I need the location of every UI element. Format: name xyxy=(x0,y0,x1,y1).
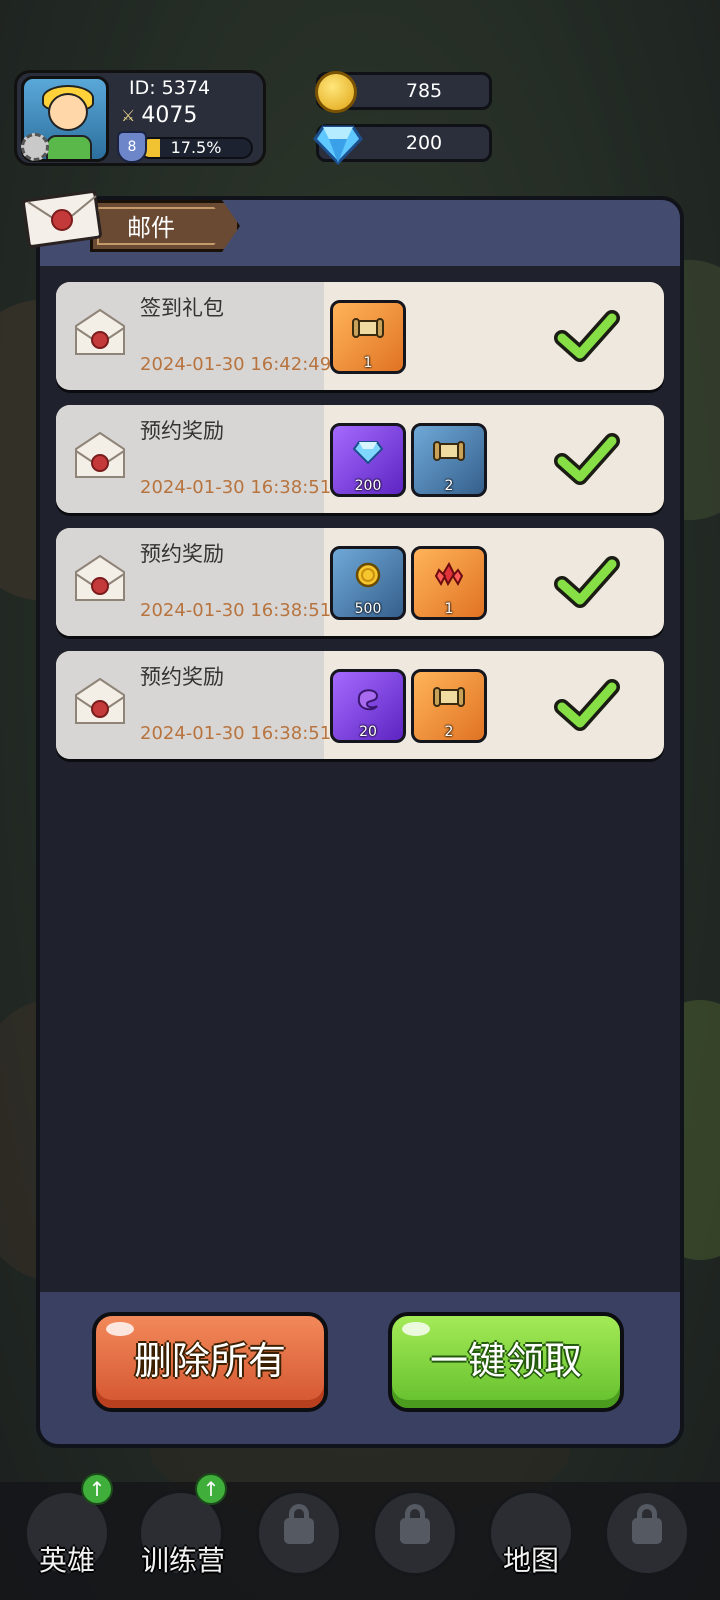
nav-label: 训练营 xyxy=(141,1544,226,1577)
mail-envelope-icon xyxy=(75,554,125,601)
reward-item[interactable]: 1 xyxy=(411,546,487,620)
bottom-nav: ↑ 英雄 ↑ 训练营 地图 xyxy=(0,1473,720,1600)
claimed-check-icon xyxy=(554,679,620,731)
claim-all-button[interactable]: 一键领取 xyxy=(388,1312,624,1412)
lock-icon xyxy=(400,1504,430,1545)
scroll-icon xyxy=(432,684,466,718)
scroll-icon xyxy=(351,315,385,349)
mail-title: 预约奖励 xyxy=(140,542,224,566)
nav-label: 英雄 xyxy=(38,1544,95,1577)
lock-icon xyxy=(284,1504,314,1545)
mail-envelope-icon xyxy=(22,190,102,248)
gold-counter[interactable]: 785 xyxy=(315,71,492,113)
player-id: ID: 5374 xyxy=(129,77,211,99)
purple-material-icon xyxy=(353,684,383,718)
lock-icon xyxy=(632,1504,662,1545)
reward-count: 1 xyxy=(444,601,454,617)
nav-item[interactable] xyxy=(256,1490,342,1576)
reward-count: 500 xyxy=(354,601,382,617)
mail-item[interactable]: 预约奖励 2024-01-30 16:38:51 500 1 xyxy=(56,528,664,636)
reward-count: 2 xyxy=(444,478,454,494)
mail-date: 2024-01-30 16:38:51 xyxy=(140,477,332,498)
level-value: 8 xyxy=(127,139,137,155)
diamond-counter[interactable]: 200 xyxy=(313,124,492,166)
scroll-icon xyxy=(432,438,466,472)
mail-date: 2024-01-30 16:38:51 xyxy=(140,600,332,621)
claimed-check-icon xyxy=(554,433,620,485)
nav-item[interactable] xyxy=(604,1490,690,1576)
reward-item[interactable]: 2 xyxy=(411,669,487,743)
mail-title: 预约奖励 xyxy=(140,419,224,443)
gold-value: 785 xyxy=(405,80,443,102)
upgrade-arrow-icon: ↑ xyxy=(195,1473,227,1505)
xp-text: 17.5% xyxy=(170,138,222,157)
mail-date: 2024-01-30 16:42:49 xyxy=(140,354,332,375)
red-crystal-icon xyxy=(434,561,464,594)
mail-title: 预约奖励 xyxy=(140,665,224,689)
reward-count: 2 xyxy=(444,724,454,740)
mail-envelope-icon xyxy=(75,677,125,724)
diamond-icon xyxy=(352,439,384,471)
gold-coin-icon xyxy=(354,561,382,595)
mail-date: 2024-01-30 16:38:51 xyxy=(140,723,332,744)
mail-item[interactable]: 预约奖励 2024-01-30 16:38:51 200 2 xyxy=(56,405,664,513)
reward-item[interactable]: 2 xyxy=(411,423,487,497)
upgrade-arrow-icon: ↑ xyxy=(81,1473,113,1505)
reward-item[interactable]: 500 xyxy=(330,546,406,620)
mail-item[interactable]: 预约奖励 2024-01-30 16:38:51 20 2 xyxy=(56,651,664,759)
nav-item[interactable]: ↑ 训练营 xyxy=(138,1473,227,1577)
xp-bar: 17.5% xyxy=(139,137,253,159)
gold-coin-icon xyxy=(315,71,357,113)
mail-item[interactable]: 签到礼包 2024-01-30 16:42:49 1 xyxy=(56,282,664,390)
diamond-value: 200 xyxy=(405,132,443,154)
nav-item[interactable] xyxy=(372,1490,458,1576)
reward-count: 20 xyxy=(359,724,377,740)
nav-item[interactable]: ↑ 英雄 xyxy=(24,1473,113,1577)
mail-envelope-icon xyxy=(75,431,125,478)
player-profile[interactable]: ID: 5374 ⚔ 4075 8 17.5% xyxy=(14,70,266,166)
reward-item[interactable]: 20 xyxy=(330,669,406,743)
reward-count: 1 xyxy=(363,355,373,371)
mail-envelope-icon xyxy=(75,308,125,355)
reward-item[interactable]: 200 xyxy=(330,423,406,497)
reward-count: 200 xyxy=(354,478,382,494)
delete-all-button[interactable]: 删除所有 xyxy=(92,1312,328,1412)
gear-icon[interactable] xyxy=(21,133,49,161)
mail-title: 签到礼包 xyxy=(140,296,224,320)
combat-power: ⚔ 4075 xyxy=(121,103,197,128)
nav-label: 地图 xyxy=(502,1544,559,1577)
claimed-check-icon xyxy=(554,310,620,362)
crossed-swords-icon: ⚔ xyxy=(121,106,136,125)
reward-item[interactable]: 1 xyxy=(330,300,406,374)
panel-title: 邮件 xyxy=(127,214,175,242)
diamond-icon xyxy=(313,125,363,166)
nav-item[interactable]: 地图 xyxy=(488,1490,574,1577)
combat-power-value: 4075 xyxy=(141,103,198,128)
level-shield-icon: 8 xyxy=(117,131,147,163)
claimed-check-icon xyxy=(554,556,620,608)
